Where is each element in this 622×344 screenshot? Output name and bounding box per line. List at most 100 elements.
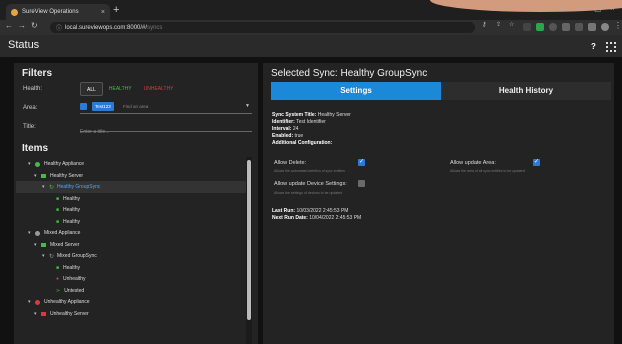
allow-delete-label: Allow Delete: [274, 160, 307, 166]
new-tab-button[interactable]: + [113, 4, 119, 16]
tree-item[interactable]: ▾ Healthy Server [34, 170, 83, 182]
tree-item-label: Healthy Server [50, 172, 84, 179]
expand-chevron-icon[interactable]: ▾ [28, 299, 35, 305]
area-chip[interactable]: Test123 [92, 102, 114, 111]
last-run-value: 10/03/2022 2:45:53 PM [296, 208, 349, 214]
system-title-label: Sync System Title: [272, 112, 317, 118]
tree-item[interactable]: ● Unhealthy [56, 273, 86, 285]
tree-item[interactable]: ■ Healthy [56, 262, 80, 274]
fullscreen-icon[interactable] [606, 42, 616, 52]
area-select[interactable]: Test123 Find an area ▼ [80, 100, 252, 114]
minimize-icon[interactable]: – [578, 4, 582, 13]
title-input[interactable]: Enter a title... [80, 120, 252, 135]
back-icon[interactable]: ← [5, 21, 13, 30]
tab-health-history[interactable]: Health History [441, 82, 611, 100]
url-field[interactable]: ⓘ local.sureviewops.com :8000/#/ syncs [50, 22, 475, 33]
address-bar: ← → ↻ ⓘ local.sureviewops.com :8000/#/ s… [0, 20, 622, 35]
tree-item-label: Mixed Appliance [44, 230, 81, 236]
tab-settings[interactable]: Settings [271, 82, 441, 100]
page-title: Status [8, 39, 40, 51]
tab-search-icon[interactable]: ∨ [560, 4, 566, 13]
url-path: :8000/#/ [125, 24, 148, 31]
tree-item[interactable]: ▾ Unhealthy Server [34, 308, 89, 320]
tree-scrollbar[interactable] [246, 157, 252, 344]
tree-item[interactable]: ▾ Healthy Appliance [28, 158, 84, 170]
tree-item-label: Healthy [63, 218, 80, 225]
menu-icon[interactable]: ⋮ [614, 21, 622, 30]
tree-item[interactable]: ■ Healthy [56, 204, 80, 216]
sync-icon: ↻ [49, 253, 55, 260]
selected-sync-title: Selected Sync: Healthy GroupSync [271, 68, 427, 79]
sync-entity-icon: ■ [56, 264, 60, 271]
expand-chevron-icon[interactable]: ▾ [34, 242, 41, 248]
help-button[interactable]: ? [589, 42, 598, 51]
star-icon[interactable]: ☆ [509, 21, 514, 28]
expand-chevron-icon[interactable]: ▾ [28, 230, 35, 236]
browser-tab[interactable]: SureView Operations × [6, 4, 110, 20]
tree-item-label: Healthy Appliance [44, 161, 85, 167]
tab-close-icon[interactable]: × [101, 9, 105, 16]
info-system-title: Sync System Title: Healthy Server [272, 112, 351, 118]
tree-item[interactable]: ▾ Unhealthy Appliance [28, 296, 90, 308]
health-unhealthy-button[interactable]: UNHEALTHY [138, 82, 180, 96]
title-label: Title: [23, 124, 36, 130]
info-additional: Additional Configuration: [272, 140, 332, 146]
profile-icon[interactable] [601, 23, 609, 31]
enabled-label: Enabled: [272, 133, 294, 139]
reload-icon[interactable]: ↻ [31, 21, 38, 30]
items-heading: Items [22, 143, 49, 154]
close-window-icon[interactable]: × [610, 4, 615, 13]
health-all-button[interactable]: ALL [80, 82, 103, 96]
sync-icon: ↻ [49, 184, 55, 191]
system-title-value: Healthy Server [317, 112, 351, 118]
list-icon[interactable] [575, 23, 583, 31]
extension-v-icon[interactable] [536, 23, 544, 31]
expand-chevron-icon[interactable]: ▾ [34, 173, 41, 179]
expand-chevron-icon[interactable]: ▾ [28, 161, 35, 167]
dropdown-arrow-icon[interactable]: ▼ [245, 103, 250, 109]
server-icon [41, 173, 46, 178]
appliance-status-icon [35, 299, 40, 305]
tree-item-label: Mixed Server [50, 241, 80, 248]
sidebar-icon[interactable] [588, 23, 596, 31]
health-healthy-button[interactable]: HEALTHY [103, 82, 138, 96]
sync-entity-icon: ● [56, 276, 60, 282]
next-run: Next Run Date: 10/04/2022 2:45:53 PM [272, 215, 361, 221]
extension-icon[interactable] [523, 23, 531, 31]
expand-chevron-icon[interactable]: ▾ [42, 253, 49, 259]
expand-chevron-icon[interactable]: ▾ [34, 311, 41, 317]
scrollbar-thumb[interactable] [247, 160, 251, 320]
favicon-icon [11, 8, 18, 16]
tree-item[interactable]: ▾ ↻ Mixed GroupSync [42, 250, 97, 262]
allow-delete-checkbox[interactable]: ✓ [358, 159, 365, 166]
allow-update-device-checkbox[interactable] [358, 180, 365, 187]
tree-item[interactable]: ■ Healthy [56, 193, 80, 205]
identifier-label: Identifier: [272, 119, 295, 125]
puzzle-icon[interactable] [562, 23, 570, 31]
key-icon[interactable]: ⚷ [482, 21, 486, 28]
info-identifier: Identifier: Test Identifier [272, 119, 326, 125]
tree-item[interactable]: ▾ Mixed Server [34, 239, 79, 251]
tree-item[interactable]: ▾ ↻ Healthy GroupSync [16, 181, 246, 193]
next-run-value: 10/04/2022 2:45:53 PM [309, 215, 362, 221]
maximize-icon[interactable]: ▢ [594, 4, 602, 13]
sync-entity-icon: ■ [56, 218, 60, 225]
area-chip-icon [80, 103, 87, 110]
tab-title: SureView Operations [22, 9, 79, 15]
tree-item[interactable]: ■ Healthy [56, 216, 80, 228]
area-label: Area: [23, 105, 38, 111]
info-icon[interactable]: ⓘ [56, 23, 62, 32]
allow-update-device-label: Allow update Device Settings: [274, 181, 347, 187]
browser-tab-bar: SureView Operations × + ∨ – ▢ × [0, 0, 622, 20]
tree-item[interactable]: ▾ Mixed Appliance [28, 227, 80, 239]
area-search-input[interactable]: Find an area [123, 104, 148, 109]
expand-chevron-icon[interactable]: ▾ [42, 184, 49, 190]
share-icon[interactable]: ⇪ [496, 21, 501, 28]
allow-update-device-help: Allows the settings of devices to be upd… [274, 191, 343, 195]
forward-icon[interactable]: → [18, 21, 26, 30]
tree-item[interactable]: ⋗ Untested [56, 285, 84, 297]
url-host: local.sureviewops.com [65, 24, 126, 31]
allow-update-area-checkbox[interactable]: ✓ [533, 159, 540, 166]
extension-round-icon[interactable] [549, 23, 557, 31]
tree-item-label: Healthy [63, 207, 80, 213]
